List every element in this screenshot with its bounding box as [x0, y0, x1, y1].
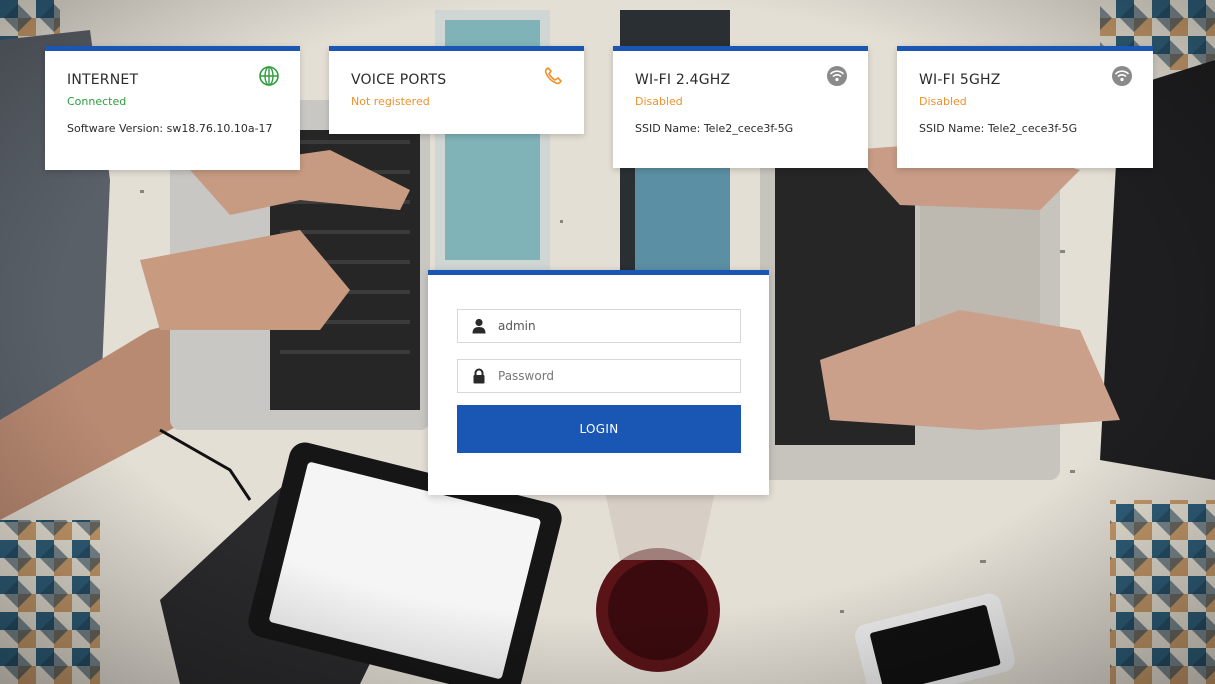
login-panel: LOGIN: [428, 270, 769, 495]
voice-ports-card: VOICE PORTS Not registered: [329, 46, 584, 134]
username-field[interactable]: [457, 309, 741, 343]
globe-icon: [259, 66, 279, 86]
wifi-icon: [827, 66, 847, 86]
internet-card-header: INTERNET: [67, 65, 280, 93]
internet-card-title: INTERNET: [67, 72, 139, 88]
wifi-5ghz-card-header: WI-FI 5GHZ: [919, 65, 1133, 93]
wifi-5ghz-card: WI-FI 5GHZ Disabled SSID Name: Tele2_cec…: [897, 46, 1153, 168]
voice-ports-card-header: VOICE PORTS: [351, 65, 564, 93]
wifi-24ghz-card-header: WI-FI 2.4GHZ: [635, 65, 848, 93]
wifi-24ghz-card: WI-FI 2.4GHZ Disabled SSID Name: Tele2_c…: [613, 46, 868, 168]
login-button[interactable]: LOGIN: [457, 405, 741, 453]
voice-ports-card-title: VOICE PORTS: [351, 72, 447, 88]
lock-icon: [473, 368, 485, 384]
internet-software-version: Software Version: sw18.76.10.10a-17: [67, 122, 273, 135]
wifi-5ghz-ssid: SSID Name: Tele2_cece3f-5G: [919, 122, 1078, 135]
wifi-24ghz-ssid: SSID Name: Tele2_cece3f-5G: [635, 122, 794, 135]
password-input[interactable]: [498, 360, 734, 392]
password-field[interactable]: [457, 359, 741, 393]
internet-card: INTERNET Connected Software Version: sw1…: [45, 46, 300, 170]
wifi-icon: [1112, 66, 1132, 86]
phone-icon: [544, 67, 562, 85]
internet-status: Connected: [67, 95, 127, 108]
wifi-24ghz-status: Disabled: [635, 95, 683, 108]
wifi-5ghz-status: Disabled: [919, 95, 967, 108]
voice-ports-status: Not registered: [351, 95, 430, 108]
wifi-5ghz-card-title: WI-FI 5GHZ: [919, 72, 1001, 88]
username-input[interactable]: [498, 310, 734, 342]
user-icon: [472, 318, 486, 334]
wifi-24ghz-card-title: WI-FI 2.4GHZ: [635, 72, 731, 88]
page-root: INTERNET Connected Software Version: sw1…: [0, 0, 1215, 684]
